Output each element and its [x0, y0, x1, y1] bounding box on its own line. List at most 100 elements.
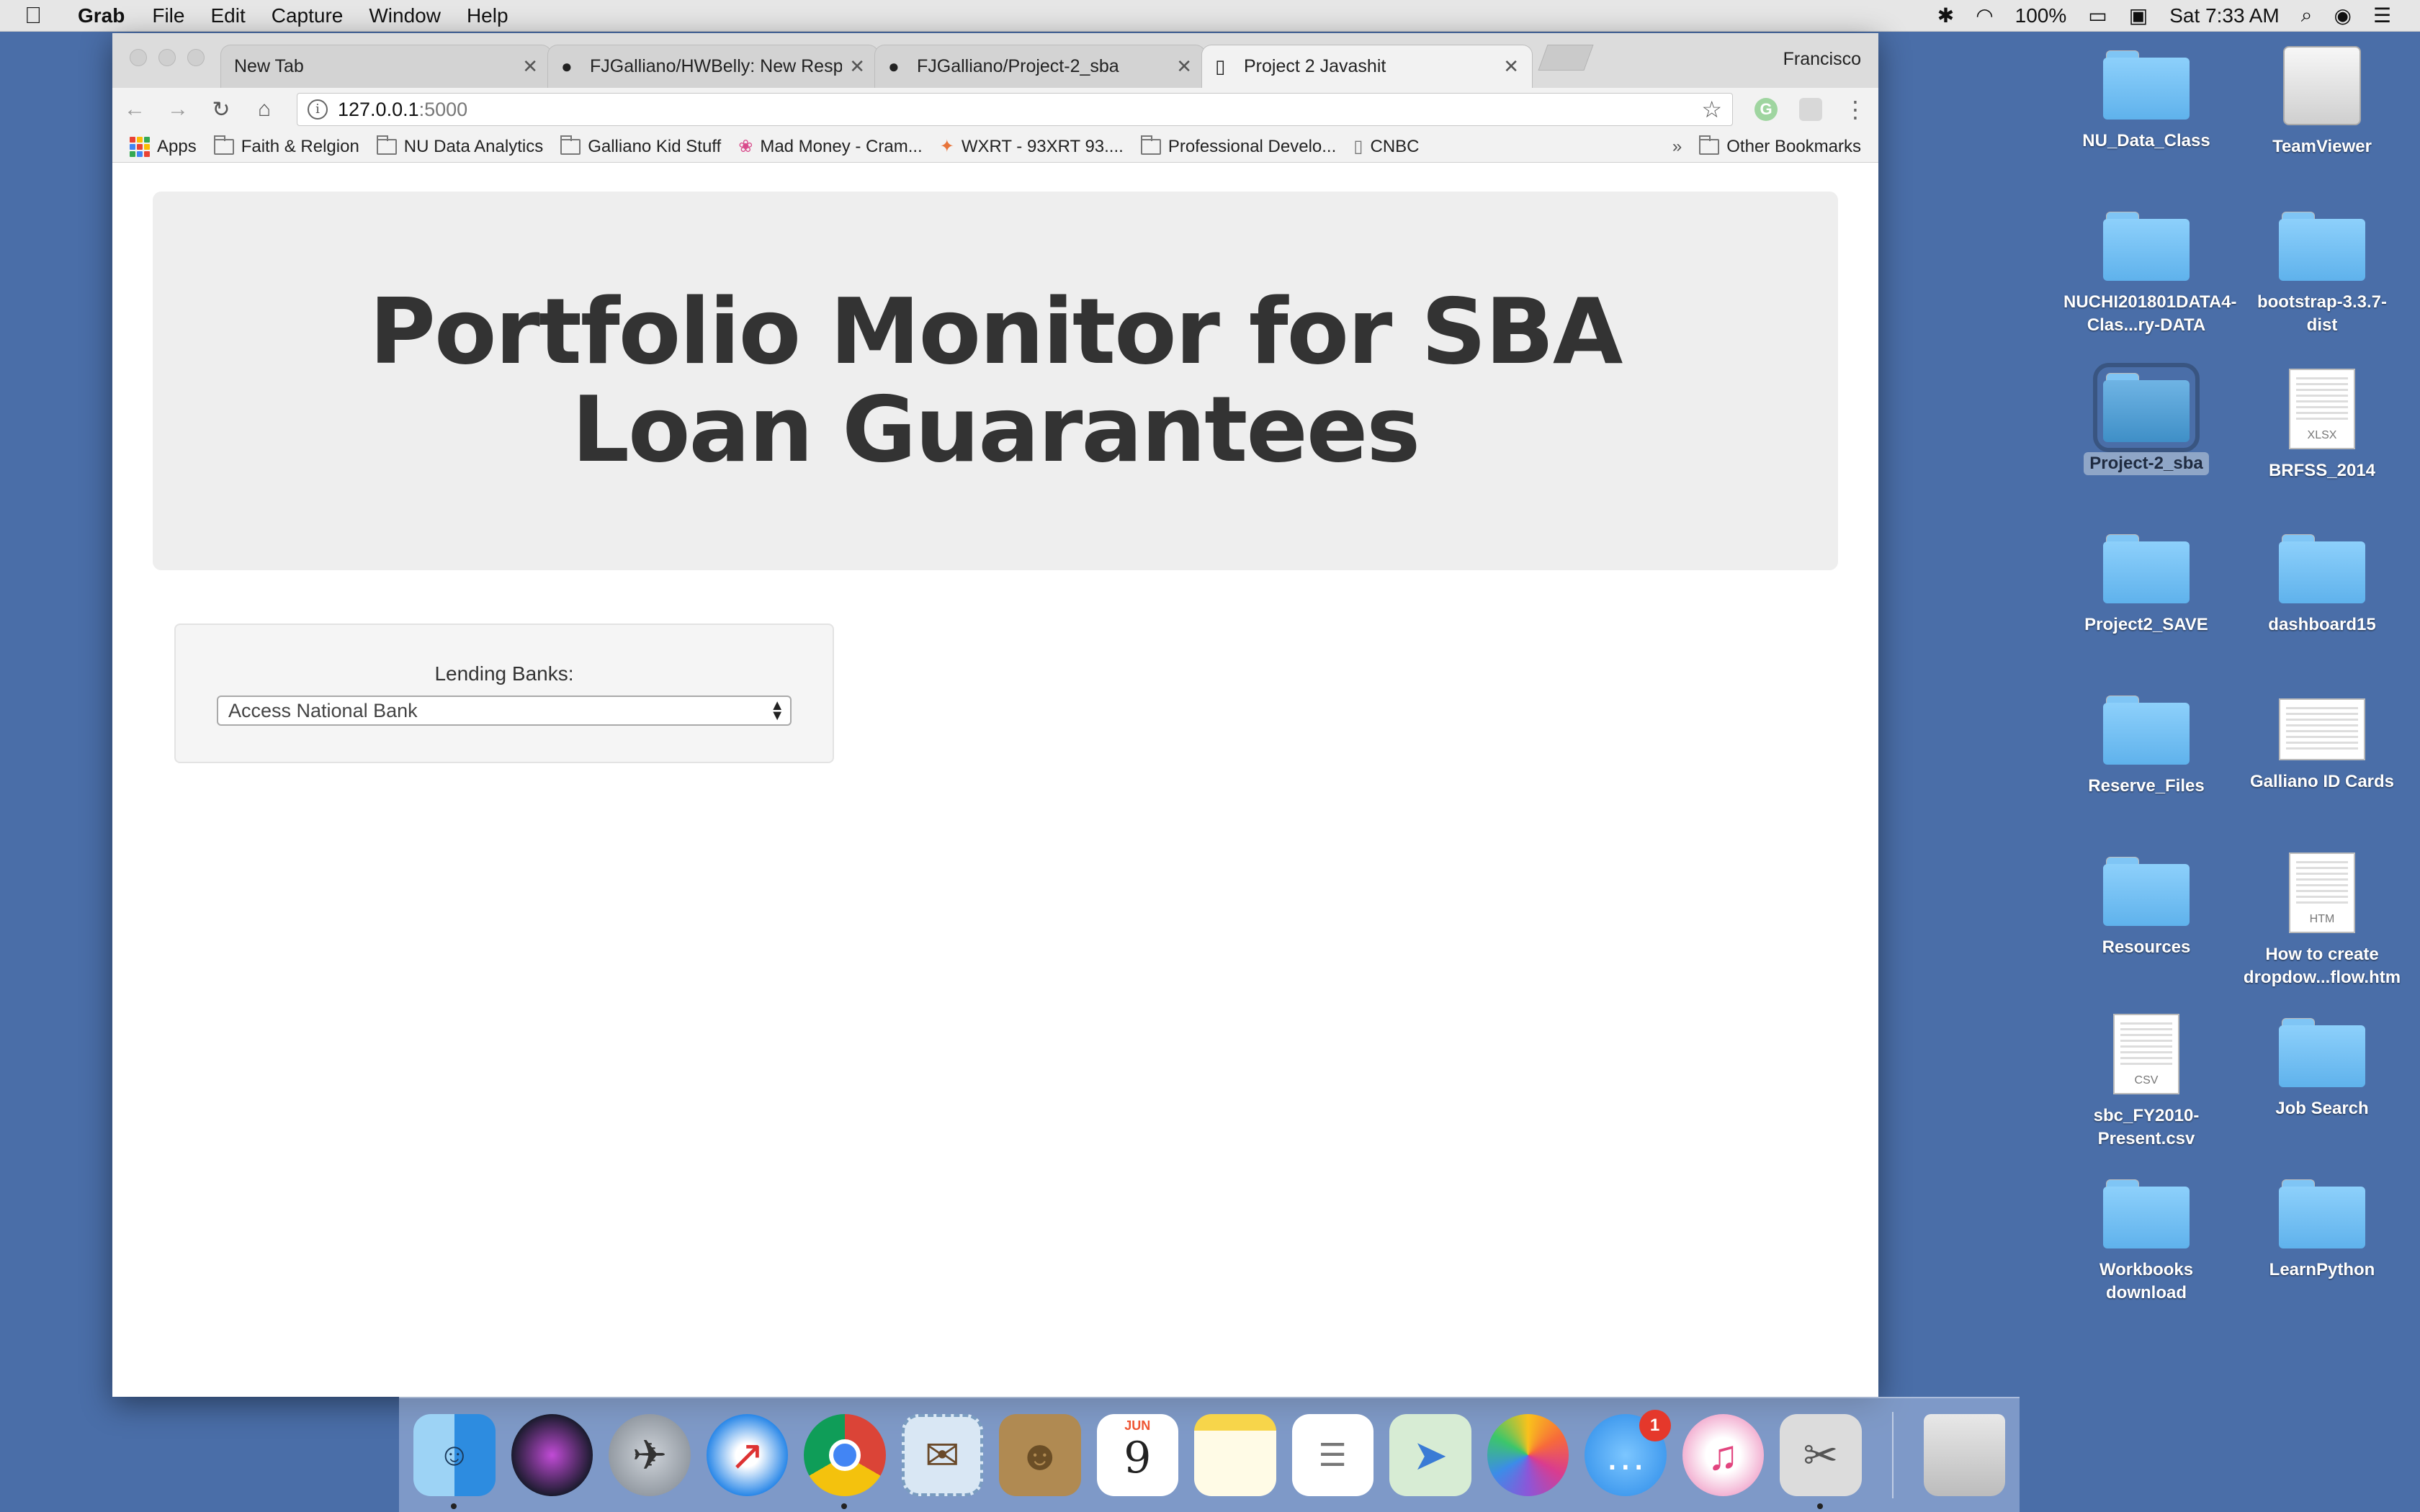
desktop-item-reserve-files[interactable]: Reserve_Files — [2060, 688, 2233, 798]
bookmark-apps[interactable]: Apps — [130, 136, 197, 157]
bookmark-professional-development[interactable]: Professional Develo... — [1140, 135, 1336, 157]
desktop-item-label: Project-2_sba — [2084, 452, 2209, 475]
minimize-window-button[interactable] — [158, 49, 176, 66]
reminders-icon[interactable]: ☰ — [1291, 1414, 1374, 1496]
url-host: 127.0.0.1 — [338, 98, 419, 120]
bookmark-wxrt[interactable]: ✦ WXRT - 93XRT 93.... — [940, 136, 1124, 157]
bookmark-cnbc[interactable]: ▯ CNBC — [1353, 136, 1419, 157]
extension-icon[interactable] — [1799, 98, 1822, 121]
bluetooth-icon[interactable]: ✱ — [1937, 4, 1954, 27]
close-window-button[interactable] — [130, 49, 147, 66]
back-icon[interactable]: ← — [124, 97, 145, 122]
bookmarks-bar: Apps Faith & Relgion NU Data Analytics G… — [112, 131, 1878, 163]
desktop-item-label: TeamViewer — [2272, 137, 2372, 156]
page-content: Portfolio Monitor for SBA Loan Guarantee… — [112, 163, 1878, 1397]
apple-menu-icon[interactable]:  — [24, 2, 63, 29]
bookmark-label: Apps — [157, 136, 197, 156]
grab-icon[interactable]: ✂ — [1780, 1414, 1862, 1509]
menu-edit[interactable]: Edit — [210, 4, 245, 27]
desktop-item-learnpython[interactable]: LearnPython — [2236, 1172, 2408, 1282]
messages-icon[interactable]: … 1 — [1585, 1410, 1671, 1496]
desktop-item-bootstrap[interactable]: bootstrap-3.3.7-dist — [2236, 204, 2408, 337]
desktop-item-resources[interactable]: Resources — [2060, 850, 2233, 959]
photos-icon[interactable] — [1487, 1414, 1569, 1496]
desktop-item-galliano-id-cards[interactable]: Galliano ID Cards — [2236, 688, 2408, 793]
desktop-item-nu-data-class[interactable]: NU_Data_Class — [2060, 43, 2233, 153]
siri-icon[interactable] — [511, 1414, 593, 1496]
safari-icon[interactable]: ↗ — [706, 1414, 788, 1496]
desktop-item-workbooks-download[interactable]: Workbooks download — [2060, 1172, 2233, 1305]
folder-icon — [1140, 135, 1161, 155]
battery-icon[interactable]: ▭ — [2088, 4, 2107, 27]
tab-hwbelly[interactable]: ● FJGalliano/HWBelly: New Resp ✕ — [547, 45, 879, 88]
desktop-item-label: Resources — [2102, 937, 2191, 957]
desktop-item-sbc-csv[interactable]: CSV sbc_FY2010-Present.csv — [2060, 1011, 2233, 1151]
contacts-icon[interactable]: ☻ — [999, 1414, 1081, 1496]
drive-icon — [2283, 46, 2361, 125]
calendar-icon[interactable]: JUN 9 — [1096, 1414, 1179, 1496]
desktop-item-teamviewer[interactable]: TeamViewer — [2236, 43, 2408, 158]
desktop-item-job-search[interactable]: Job Search — [2236, 1011, 2408, 1120]
desktop-item-nuchi-class[interactable]: NUCHI201801DATA4-Clas...ry-DATA — [2060, 204, 2237, 337]
close-tab-icon[interactable]: ✕ — [1176, 55, 1192, 78]
desktop-item-project-2-sba[interactable]: Project-2_sba — [2060, 363, 2233, 475]
notes-icon[interactable] — [1194, 1414, 1276, 1496]
address-bar[interactable]: i 127.0.0.1:5000 ☆ — [297, 93, 1733, 126]
bookmark-star-icon[interactable]: ☆ — [1701, 96, 1722, 123]
bookmark-faith-religion[interactable]: Faith & Relgion — [213, 135, 359, 157]
menu-help[interactable]: Help — [467, 4, 508, 27]
siri-icon[interactable]: ◉ — [2334, 4, 2351, 27]
zoom-window-button[interactable] — [187, 49, 205, 66]
tab-project-2-sba[interactable]: ● FJGalliano/Project-2_sba ✕ — [874, 45, 1206, 88]
reload-icon[interactable]: ↻ — [210, 97, 232, 122]
menu-capture[interactable]: Capture — [272, 4, 344, 27]
forward-icon[interactable]: → — [167, 97, 189, 122]
desktop-item-label: LearnPython — [2269, 1260, 2375, 1279]
bookmark-nu-data-analytics[interactable]: NU Data Analytics — [376, 135, 543, 157]
mail-icon[interactable]: ✉ — [901, 1414, 984, 1496]
lending-banks-label: Lending Banks: — [434, 662, 574, 685]
page-icon: ▯ — [1353, 137, 1363, 156]
itunes-icon[interactable]: ♫ — [1682, 1414, 1765, 1496]
tab-strip: New Tab ✕ ● FJGalliano/HWBelly: New Resp… — [112, 33, 1878, 88]
desktop-item-how-to-dropdown[interactable]: HTM How to create dropdow...flow.htm — [2236, 850, 2408, 989]
new-tab-button[interactable] — [1538, 45, 1594, 71]
desktop-item-dashboard15[interactable]: dashboard15 — [2236, 527, 2408, 636]
close-tab-icon[interactable]: ✕ — [849, 55, 865, 78]
wifi-icon[interactable]: ◠ — [1976, 4, 1993, 27]
folder-icon — [560, 135, 581, 155]
grammarly-extension-icon[interactable]: G — [1754, 98, 1778, 121]
notification-center-icon[interactable]: ☰ — [2373, 4, 2391, 27]
chrome-icon[interactable] — [804, 1414, 886, 1509]
dock-separator — [1891, 1412, 1894, 1498]
profile-name[interactable]: Francisco — [1783, 49, 1861, 70]
bookmark-other-bookmarks[interactable]: Other Bookmarks — [1699, 135, 1861, 157]
bookmark-galliano-kid-stuff[interactable]: Galliano Kid Stuff — [560, 135, 721, 157]
desktop-item-project2-save[interactable]: Project2_SAVE — [2060, 527, 2233, 636]
finder-icon[interactable]: ☺ — [413, 1414, 496, 1509]
site-info-icon[interactable]: i — [308, 99, 328, 120]
desktop-item-label: Reserve_Files — [2088, 776, 2205, 796]
menu-file[interactable]: File — [152, 4, 184, 27]
browser-toolbar: ← → ↻ ⌂ i 127.0.0.1:5000 ☆ G ⋮ — [112, 88, 1878, 131]
folder-icon — [376, 135, 397, 155]
desktop-item-brfss[interactable]: XLSX BRFSS_2014 — [2236, 366, 2408, 482]
more-bookmarks-chevron-icon[interactable]: » — [1672, 137, 1682, 157]
close-tab-icon[interactable]: ✕ — [522, 55, 538, 78]
tab-new-tab[interactable]: New Tab ✕ — [220, 45, 552, 88]
menu-window[interactable]: Window — [369, 4, 441, 27]
menubar-clock[interactable]: Sat 7:33 AM — [2169, 4, 2280, 27]
spotlight-search-icon[interactable]: ⌕ — [2301, 4, 2313, 27]
home-icon[interactable]: ⌂ — [254, 97, 275, 122]
lending-bank-select[interactable]: Access National Bank ▲ ▼ — [217, 696, 792, 726]
app-menu-grab[interactable]: Grab — [78, 4, 125, 27]
close-tab-icon[interactable]: ✕ — [1503, 55, 1519, 78]
bookmark-mad-money[interactable]: ❀ Mad Money - Cram... — [738, 136, 923, 157]
chrome-menu-icon[interactable]: ⋮ — [1844, 96, 1867, 123]
maps-icon[interactable]: ➤ — [1389, 1414, 1471, 1496]
tab-project-2-javashit[interactable]: ▯ Project 2 Javashit ✕ — [1201, 45, 1533, 88]
trash-icon[interactable] — [1923, 1414, 2006, 1496]
battery-percent[interactable]: 100% — [2015, 4, 2067, 27]
launchpad-icon[interactable]: ✈ — [609, 1414, 691, 1496]
display-icon[interactable]: ▣ — [2129, 4, 2148, 27]
